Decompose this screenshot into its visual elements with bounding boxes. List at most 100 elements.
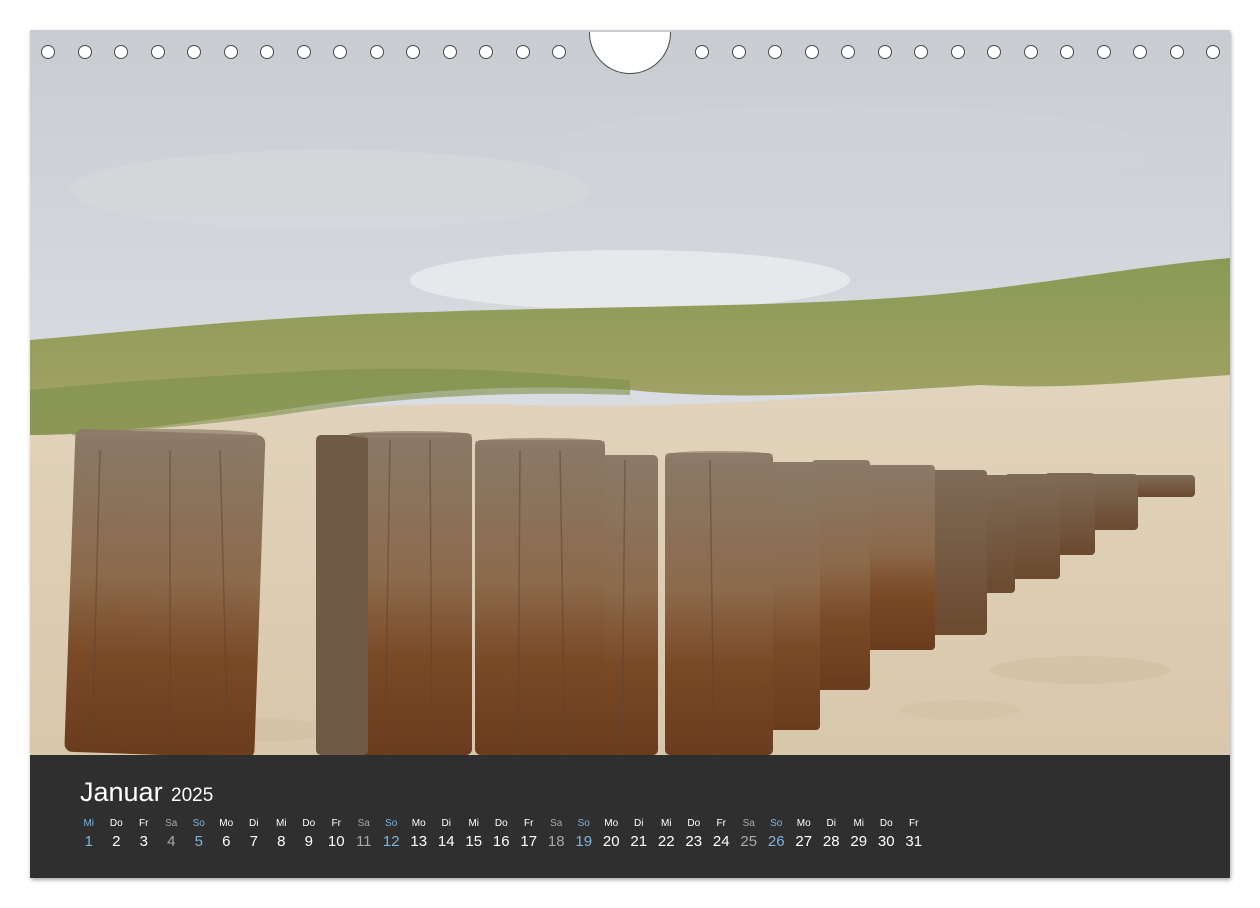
day-number: 20 [602,833,620,850]
weekday-label: Mi [468,818,480,829]
binding-hole [914,45,928,59]
weekday-label: Do [494,818,508,829]
day-cell: Sa 4 [158,818,186,852]
binding-hole [1023,45,1038,59]
day-cell: Mi 15 [460,818,488,852]
day-cell: Di 14 [433,818,461,852]
weekday-label: So [192,818,205,829]
weekday-label: So [770,818,783,829]
binding-hole [114,45,128,59]
weekday-label: Mo [411,818,426,829]
day-number: 4 [167,833,176,850]
binding-hole [950,45,965,59]
binding-hole [150,45,165,59]
day-number: 16 [492,833,510,850]
weekday-label: Sa [550,818,563,829]
binding-hole [187,45,201,59]
day-number: 30 [877,833,895,850]
calendar-page: Januar 2025 Mi 1 Do 2 Fr 3 Sa 4 So 5 Mo 6 Di 7 Mi 8 Do 9 F… [30,30,1230,878]
day-cell: Di 7 [240,818,268,852]
day-cell: So 19 [570,818,598,852]
day-cell: Mi 22 [653,818,681,852]
day-cell: Di 21 [625,818,653,852]
binding-hole [1060,45,1074,59]
binding-hole [841,45,855,59]
weekday-label: Do [879,818,893,829]
beach-groyne-photo [30,30,1230,755]
binding-hole [260,45,274,59]
day-number: 10 [327,833,345,850]
day-number: 28 [822,833,840,850]
day-cell: Mi 29 [845,818,873,852]
binding-hole [1169,45,1184,59]
day-cell: So 26 [763,818,791,852]
day-cell: Fr 24 [708,818,736,852]
binding-hole [877,45,892,59]
day-cell: Fr 31 [900,818,928,852]
binding-hole [223,45,238,59]
day-number: 14 [437,833,455,850]
weekday-label: Do [302,818,316,829]
weekday-label: Fr [331,818,341,829]
day-cell: Mi 1 [75,818,103,852]
day-cell: Mo 27 [790,818,818,852]
binding-hole [77,45,92,59]
day-cell: So 5 [185,818,213,852]
day-number: 25 [740,833,758,850]
day-number: 5 [194,833,203,850]
day-number: 29 [850,833,868,850]
weekday-label: Di [441,818,451,829]
binding-hole [804,45,819,59]
month-year: 2025 [171,785,214,806]
binding-hole [333,45,347,59]
day-number: 19 [575,833,593,850]
weekday-label: Di [249,818,259,829]
weekday-label: Sa [742,818,755,829]
day-number: 17 [520,833,538,850]
day-number: 23 [685,833,703,850]
binding-hole [515,45,530,59]
weekday-label: Mo [219,818,234,829]
day-number: 12 [382,833,400,850]
day-cell: Sa 11 [350,818,378,852]
day-number: 3 [139,833,148,850]
day-number: 6 [222,833,231,850]
binding-hole [1206,45,1220,59]
day-cell: Mi 8 [268,818,296,852]
weekday-label: Fr [716,818,726,829]
day-cell: Mo 6 [213,818,241,852]
day-cell: Di 28 [818,818,846,852]
weekday-label: Mi [660,818,672,829]
weekday-label: Do [109,818,123,829]
day-cell: Sa 25 [735,818,763,852]
day-strip: Mi 1 Do 2 Fr 3 Sa 4 So 5 Mo 6 Di 7 Mi 8 Do 9 Fr 10 Sa 11 So 12 M… [75,818,928,852]
binding-hole [479,45,493,59]
day-number: 27 [795,833,813,850]
day-number: 21 [630,833,648,850]
day-number: 15 [465,833,483,850]
binding-hole [442,45,457,59]
day-cell: Fr 3 [130,818,158,852]
binding-hole [695,45,709,59]
day-cell: Mo 20 [598,818,626,852]
month-name: Januar [80,777,163,807]
weekday-label: Sa [165,818,178,829]
binding-hole [369,45,384,59]
day-number: 22 [657,833,675,850]
weekday-label: Di [826,818,836,829]
weekday-label: Sa [357,818,370,829]
binding-hole [1133,45,1147,59]
day-cell: Fr 10 [323,818,351,852]
weekday-label: Mo [796,818,811,829]
day-number: 24 [712,833,730,850]
weekday-label: Fr [139,818,149,829]
month-title: Januar 2025 [80,777,213,808]
binding-hole [768,45,782,59]
binding-hole [1096,45,1111,59]
weekday-label: So [385,818,398,829]
weekday-label: Fr [909,818,919,829]
day-number: 2 [112,833,121,850]
day-number: 7 [249,833,258,850]
binding-hole [41,45,55,59]
day-cell: Do 2 [103,818,131,852]
